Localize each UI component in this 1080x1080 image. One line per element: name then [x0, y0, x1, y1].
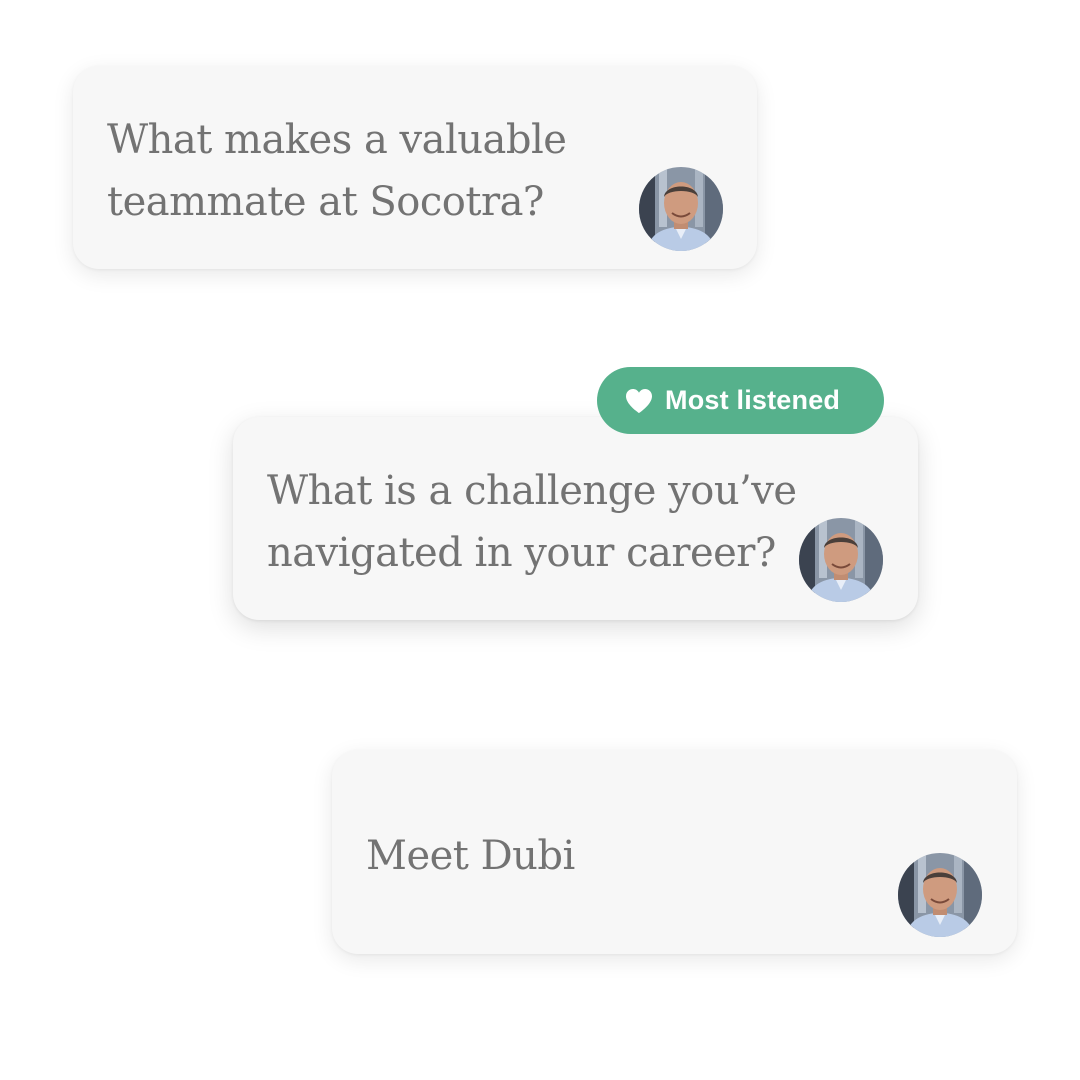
person-avatar-icon: [898, 853, 982, 937]
speaker-avatar[interactable]: [799, 518, 883, 602]
person-avatar-icon: [799, 518, 883, 602]
speaker-avatar[interactable]: [639, 167, 723, 251]
question-card-teammate[interactable]: What makes a valuable teammate at Socotr…: [73, 66, 757, 269]
question-text: What is a challenge you’ve navigated in …: [267, 468, 797, 576]
most-listened-badge: Most listened: [597, 367, 884, 434]
person-avatar-icon: [639, 167, 723, 251]
speaker-avatar[interactable]: [898, 853, 982, 937]
question-feed: What makes a valuable teammate at Socotr…: [0, 0, 1080, 1080]
question-text: Meet Dubi: [366, 833, 575, 879]
badge-label: Most listened: [665, 385, 841, 415]
question-card-meet[interactable]: Meet Dubi: [332, 750, 1017, 954]
heart-icon: [625, 388, 653, 414]
question-text: What makes a valuable teammate at Socotr…: [107, 117, 567, 225]
question-card-challenge[interactable]: What is a challenge you’ve navigated in …: [233, 417, 918, 620]
